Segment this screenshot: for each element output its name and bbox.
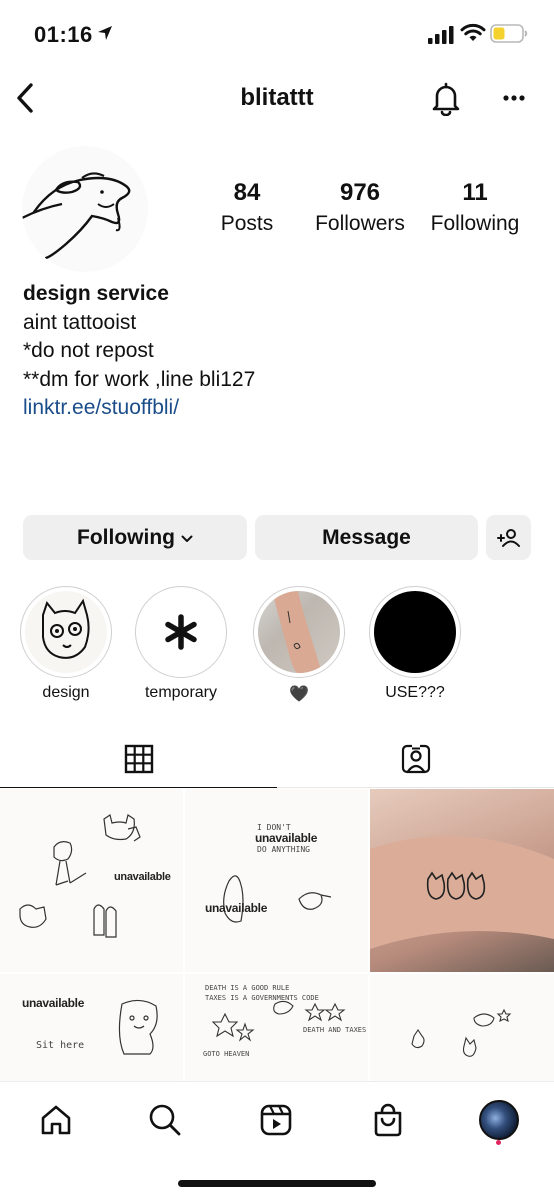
reels-icon xyxy=(260,1104,292,1136)
profile-bio: design service aint tattooist *do not re… xyxy=(23,280,533,423)
post-thumbnail[interactable]: unavailable xyxy=(0,789,183,972)
message-button[interactable]: Message xyxy=(255,515,478,560)
highlight-label: 🖤 xyxy=(289,686,309,703)
tagged-person-icon xyxy=(401,744,430,773)
battery-icon xyxy=(490,24,528,43)
notification-dot xyxy=(496,1140,501,1145)
status-time: 01:16 xyxy=(34,22,93,47)
post-caption-text: unavailable xyxy=(114,871,171,883)
chevron-left-icon xyxy=(17,83,33,113)
following-count-label: Following xyxy=(430,212,520,235)
followers-count-label: Followers xyxy=(315,212,405,235)
posts-grid: unavailable I DON'T unavailable DO ANYTH… xyxy=(0,789,554,1081)
posts-count-value: 84 xyxy=(233,179,261,206)
nav-profile[interactable] xyxy=(477,1098,521,1142)
search-icon xyxy=(149,1104,181,1136)
post-thumbnail[interactable] xyxy=(370,974,554,1081)
post-caption-text: GOTO HEAVEN xyxy=(203,1050,250,1058)
bio-link[interactable]: linktr.ee/stuoffbli/ xyxy=(23,394,533,423)
profile-header: blitattt xyxy=(0,70,554,126)
asterisk-icon xyxy=(165,614,197,650)
notifications-button[interactable] xyxy=(428,80,464,117)
highlight-label: USE??? xyxy=(385,684,445,701)
highlight-ring xyxy=(135,586,227,678)
arm-tattoo-photo xyxy=(272,591,322,673)
bio-line: *do not repost xyxy=(23,339,154,362)
followers-count[interactable]: 976 Followers xyxy=(305,176,415,238)
post-caption-text: unavailable xyxy=(22,996,85,1010)
home-icon xyxy=(41,1105,71,1135)
post-thumbnail[interactable]: unavailable Sit here xyxy=(0,974,183,1081)
nav-reels[interactable] xyxy=(254,1098,298,1142)
post-caption-text: DO ANYTHING xyxy=(257,845,310,854)
tab-tagged[interactable] xyxy=(277,730,554,788)
story-highlight[interactable]: design xyxy=(18,586,114,702)
bio-line: aint tattooist xyxy=(23,310,137,334)
following-count-value: 11 xyxy=(462,179,488,206)
profile-username: blitattt xyxy=(240,84,314,111)
post-caption-text: DEATH IS A GOOD RULE xyxy=(205,984,290,992)
post-thumbnail[interactable]: I DON'T unavailable DO ANYTHING unavaila… xyxy=(185,789,368,972)
chevron-down-icon xyxy=(181,535,193,542)
bio-line: **dm for work ,line bli127 xyxy=(23,367,256,391)
following-button[interactable]: Following xyxy=(23,515,247,560)
grid-icon xyxy=(124,744,153,773)
followers-count-value: 976 xyxy=(339,179,381,206)
message-button-label: Message xyxy=(322,525,411,549)
profile-avatar[interactable] xyxy=(22,146,148,272)
profile-tabs xyxy=(0,730,554,788)
post-caption-text: unavailable xyxy=(205,901,268,915)
highlight-ring xyxy=(20,586,112,678)
add-user-icon xyxy=(496,528,520,547)
post-caption-text: Sit here xyxy=(36,1040,85,1051)
post-caption-text: TAXES IS A GOVERNMENTS CODE xyxy=(205,994,319,1002)
dog-doodle-image xyxy=(42,598,90,659)
highlight-ring xyxy=(253,586,345,678)
status-bar: 01:16 xyxy=(0,0,554,70)
highlight-cover xyxy=(140,591,222,673)
post-caption-text: DEATH AND TAXES xyxy=(303,1026,367,1034)
tattoo-photo-image xyxy=(370,836,554,949)
cellular-signal-icon xyxy=(428,26,454,44)
post-doodle-image xyxy=(223,875,332,923)
posts-count: 84 Posts xyxy=(207,176,287,238)
highlight-label: temporary xyxy=(144,684,218,701)
highlight-ring xyxy=(369,586,461,678)
story-highlight[interactable]: USE??? xyxy=(367,586,463,702)
highlight-cover xyxy=(374,591,456,673)
nav-search[interactable] xyxy=(143,1098,187,1142)
highlight-label: design xyxy=(42,684,90,701)
wifi-icon xyxy=(460,23,486,41)
post-doodle-image xyxy=(411,1008,512,1057)
posts-count-label: Posts xyxy=(220,212,274,235)
profile-avatar-icon xyxy=(479,1100,519,1140)
story-highlight[interactable]: temporary xyxy=(133,586,229,702)
nav-home[interactable] xyxy=(34,1098,78,1142)
post-caption-text: unavailable xyxy=(255,831,318,845)
tab-posts-grid[interactable] xyxy=(0,730,277,788)
nav-shop[interactable] xyxy=(366,1098,410,1142)
back-button[interactable] xyxy=(10,78,40,118)
story-highlight[interactable]: 🖤 xyxy=(251,586,347,704)
following-button-label: Following xyxy=(77,525,175,549)
bell-icon xyxy=(432,82,460,117)
more-options-button[interactable] xyxy=(498,84,532,112)
post-thumbnail[interactable]: DEATH IS A GOOD RULE TAXES IS A GOVERNME… xyxy=(185,974,368,1081)
suggested-users-button[interactable] xyxy=(486,515,531,560)
highlight-cover xyxy=(25,591,107,673)
post-doodle-image xyxy=(118,999,158,1055)
post-thumbnail[interactable] xyxy=(370,789,554,972)
avatar-doodle-image xyxy=(22,172,131,260)
highlight-cover xyxy=(258,591,340,673)
shop-bag-icon xyxy=(374,1103,402,1137)
more-horizontal-icon xyxy=(503,95,525,101)
home-indicator xyxy=(178,1180,376,1187)
location-arrow-icon xyxy=(98,26,112,40)
following-count[interactable]: 11 Following xyxy=(420,176,530,238)
bio-name: design service xyxy=(23,282,169,305)
